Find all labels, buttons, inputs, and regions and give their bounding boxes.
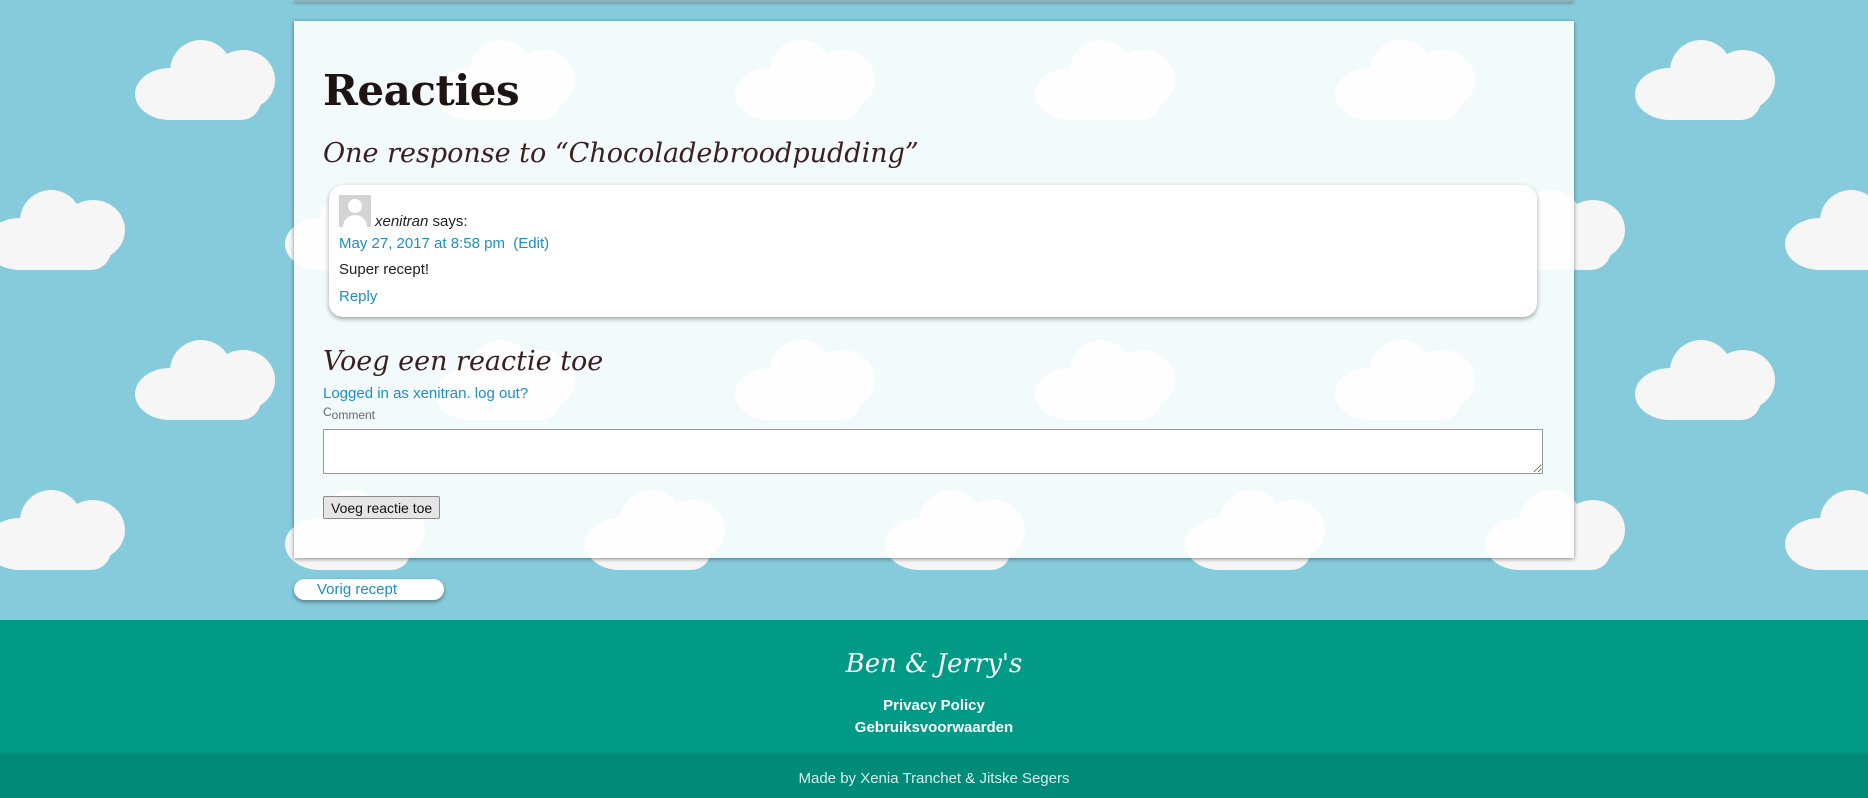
- comments-heading: Reacties: [323, 66, 520, 115]
- reply-form-title: Voeg een reactie toe: [323, 346, 604, 377]
- logged-in-period: .: [466, 385, 471, 402]
- cloud-icon: [1785, 490, 1868, 570]
- comment-meta: May 27, 2017 at 8:58 pm (Edit): [339, 235, 549, 252]
- cloud-icon: [1635, 340, 1775, 420]
- logged-in-line: Logged in as xenitran. log out?: [323, 385, 528, 402]
- comment-edit-link[interactable]: (Edit): [513, 235, 549, 252]
- comment-author-line: xenitran says:: [375, 213, 468, 230]
- footer-credit: Made by Xenia Tranchet & Jitske Segers: [798, 770, 1070, 787]
- comment-author: xenitran: [375, 213, 429, 230]
- cloud-icon: [1635, 40, 1775, 120]
- privacy-policy-link[interactable]: Privacy Policy: [0, 697, 1868, 714]
- comment-label-rest: omment: [331, 408, 376, 422]
- cloud-icon: [0, 490, 125, 570]
- logged-in-user-link[interactable]: xenitran: [413, 385, 466, 402]
- comment-text: Super recept!: [339, 261, 430, 278]
- logged-in-prefix[interactable]: Logged in as: [323, 385, 409, 402]
- cloud-icon: [135, 340, 275, 420]
- avatar: [339, 195, 371, 227]
- comment-says: says:: [432, 213, 468, 230]
- terms-link[interactable]: Gebruiksvoorwaarden: [0, 719, 1868, 736]
- comment-reply-link[interactable]: Reply: [339, 288, 377, 305]
- comment-label: Comment: [323, 405, 376, 422]
- previous-panel-edge: [294, 0, 1574, 2]
- comment-label-first: C: [323, 405, 332, 419]
- logout-link[interactable]: log out?: [475, 385, 528, 402]
- comment-textarea[interactable]: [323, 429, 1543, 474]
- previous-recipe-button[interactable]: Vorig recept: [294, 579, 444, 600]
- cloud-icon: [0, 190, 125, 270]
- cloud-icon: [135, 40, 275, 120]
- comment-date-link[interactable]: May 27, 2017 at 8:58 pm: [339, 235, 505, 252]
- comment-item: xenitran says: May 27, 2017 at 8:58 pm (…: [329, 185, 1537, 317]
- comments-count-title: One response to “Chocoladebroodpudding”: [323, 138, 919, 169]
- cloud-icon: [1785, 190, 1868, 270]
- footer-brand: Ben & Jerry's: [845, 649, 1023, 679]
- avatar-head-shape: [348, 199, 362, 213]
- submit-comment-button[interactable]: Voeg reactie toe: [323, 496, 441, 519]
- avatar-body-shape: [343, 215, 367, 227]
